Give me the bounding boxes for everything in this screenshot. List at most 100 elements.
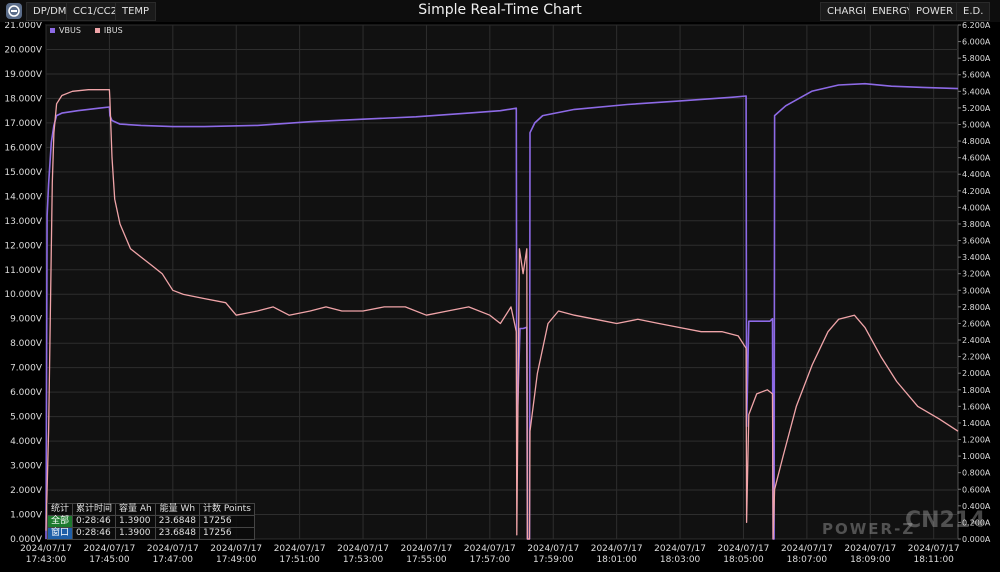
x-tick-time: 17:57:00 (470, 555, 511, 565)
y-left-tick-label: 12.000V (4, 241, 42, 251)
x-tick-date: 2024/07/17 (908, 544, 960, 554)
stats-cell: 1.3900 (115, 515, 156, 528)
stats-cell: 23.6848 (154, 527, 200, 540)
tab-power[interactable]: POWER (909, 2, 961, 21)
x-tick-date: 2024/07/17 (591, 544, 643, 554)
legend-item-vbus[interactable]: VBUS (50, 26, 81, 35)
stats-header: 容量 Ah (115, 503, 156, 516)
stats-header: 计数 Points (198, 503, 255, 516)
y-right-tick-label: 5.800A (962, 54, 991, 63)
stats-table: 统计 累计时间 容量 Ah 能量 Wh 计数 Points 全部 0:28:46… (46, 503, 255, 540)
x-tick-date: 2024/07/17 (147, 544, 199, 554)
tab-temp[interactable]: TEMP (115, 2, 157, 21)
x-tick-time: 18:03:00 (660, 555, 701, 565)
y-right-tick-label: 5.400A (962, 87, 991, 96)
x-tick-time: 17:43:00 (26, 555, 67, 565)
x-tick-date: 2024/07/17 (401, 544, 453, 554)
x-tick-time: 17:51:00 (279, 555, 320, 565)
x-tick-date: 2024/07/17 (718, 544, 770, 554)
y-left-tick-label: 21.000V (4, 22, 42, 31)
legend-label: IBUS (103, 26, 123, 35)
y-right-tick-label: 4.200A (962, 187, 991, 196)
realtime-chart[interactable]: 0.000V1.000V2.000V3.000V4.000V5.000V6.00… (0, 21, 1000, 568)
chart-legend: VBUS IBUS (50, 26, 123, 35)
vbus-swatch-icon (50, 28, 55, 33)
x-tick-date: 2024/07/17 (210, 544, 262, 554)
x-tick-time: 18:11:00 (913, 555, 954, 565)
y-left-tick-label: 2.000V (10, 486, 43, 496)
stats-row-window: 窗口 0:28:46 1.3900 23.6848 17256 (46, 527, 255, 540)
y-left-tick-label: 15.000V (4, 168, 42, 178)
x-tick-time: 18:01:00 (596, 555, 637, 565)
legend-item-ibus[interactable]: IBUS (94, 26, 123, 35)
y-left-tick-label: 18.000V (4, 94, 42, 104)
y-right-tick-label: 0.600A (962, 485, 991, 494)
y-left-tick-label: 6.000V (10, 388, 43, 398)
x-tick-time: 18:07:00 (787, 555, 828, 565)
y-right-tick-label: 5.000A (962, 120, 991, 129)
y-left-tick-label: 11.000V (4, 266, 42, 276)
y-right-tick-label: 1.000A (962, 452, 991, 461)
stats-cell: 17256 (198, 515, 255, 528)
y-left-tick-label: 1.000V (10, 511, 43, 521)
x-tick-date: 2024/07/17 (337, 544, 389, 554)
y-left-tick-label: 20.000V (4, 45, 42, 55)
y-left-tick-label: 19.000V (4, 70, 42, 80)
y-left-tick-label: 3.000V (10, 462, 43, 472)
y-right-tick-label: 3.200A (962, 270, 991, 279)
stats-cell: 1.3900 (115, 527, 156, 540)
stats-row-label[interactable]: 窗口 (46, 527, 74, 540)
x-tick-date: 2024/07/17 (20, 544, 72, 554)
y-right-tick-label: 6.000A (962, 38, 991, 47)
stats-cell: 0:28:46 (72, 527, 117, 540)
y-right-tick-label: 1.800A (962, 386, 991, 395)
stats-cell: 0:28:46 (72, 515, 117, 528)
y-right-tick-label: 0.800A (962, 469, 991, 478)
y-right-tick-label: 3.600A (962, 237, 991, 246)
y-right-tick-label: 0.000A (962, 535, 991, 544)
stats-header: 累计时间 (72, 503, 117, 516)
legend-label: VBUS (59, 26, 81, 35)
stats-header: 统计 (46, 503, 74, 516)
x-tick-date: 2024/07/17 (527, 544, 579, 554)
x-tick-time: 17:59:00 (533, 555, 574, 565)
y-right-tick-label: 4.400A (962, 170, 991, 179)
plot-background (45, 24, 959, 540)
y-left-tick-label: 10.000V (4, 290, 42, 300)
y-right-tick-label: 4.600A (962, 154, 991, 163)
site-watermark: CN214 (905, 508, 986, 533)
x-tick-time: 18:09:00 (850, 555, 891, 565)
y-right-tick-label: 4.000A (962, 203, 991, 212)
y-right-tick-label: 3.800A (962, 220, 991, 229)
y-right-tick-label: 5.200A (962, 104, 991, 113)
y-right-tick-label: 4.800A (962, 137, 991, 146)
y-right-tick-label: 5.600A (962, 71, 991, 80)
y-right-tick-label: 3.400A (962, 253, 991, 262)
x-tick-date: 2024/07/17 (464, 544, 516, 554)
y-right-tick-label: 2.800A (962, 303, 991, 312)
x-tick-time: 18:05:00 (723, 555, 764, 565)
y-left-tick-label: 14.000V (4, 192, 42, 202)
y-right-tick-label: 6.200A (962, 22, 991, 30)
x-tick-time: 17:49:00 (216, 555, 257, 565)
y-right-tick-label: 2.200A (962, 353, 991, 362)
brand-watermark: POWER-Z (822, 520, 916, 538)
ibus-swatch-icon (94, 28, 100, 33)
y-right-tick-label: 2.400A (962, 336, 991, 345)
x-tick-date: 2024/07/17 (83, 544, 135, 554)
tab-ed[interactable]: E.D. (956, 2, 991, 21)
stats-cell: 17256 (198, 527, 255, 540)
y-right-tick-label: 1.600A (962, 402, 991, 411)
x-tick-time: 17:55:00 (406, 555, 447, 565)
y-left-tick-label: 5.000V (10, 413, 43, 423)
y-left-tick-label: 13.000V (4, 217, 42, 227)
y-right-tick-label: 1.200A (962, 436, 991, 445)
stats-header: 能量 Wh (154, 503, 200, 516)
y-right-tick-label: 2.000A (962, 369, 991, 378)
x-tick-time: 17:47:00 (153, 555, 194, 565)
y-right-tick-label: 1.400A (962, 419, 991, 428)
chart-area[interactable]: 0.000V 1.000V 2.000V 3.000V 4.000V 5.000V 6.00… (0, 21, 1000, 568)
y-left-tick-label: 4.000V (10, 437, 43, 447)
stats-row-label[interactable]: 全部 (46, 515, 74, 528)
x-tick-date: 2024/07/17 (654, 544, 706, 554)
